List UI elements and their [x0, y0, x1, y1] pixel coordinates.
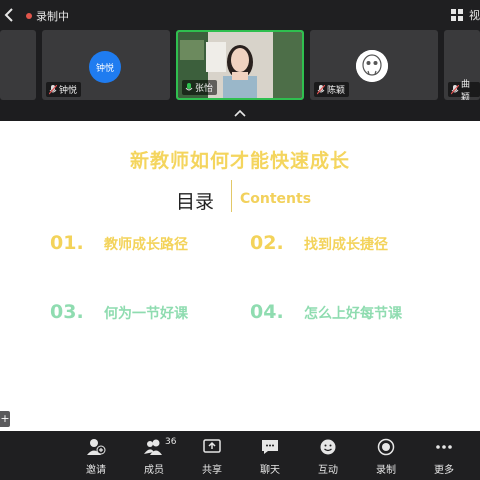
toc-number: 03. — [50, 301, 84, 323]
interact-label: 互动 — [318, 465, 338, 476]
participant-name: 曲颖 — [461, 79, 471, 101]
toc-label: 教师成长路径 — [104, 237, 188, 253]
toc-number: 04. — [250, 301, 284, 323]
toc-label: 何为一节好课 — [104, 306, 188, 322]
microphone-active-icon — [185, 82, 193, 93]
invite-button[interactable]: 邀请 — [76, 438, 116, 476]
chat-label: 聊天 — [260, 465, 280, 476]
back-icon[interactable] — [3, 7, 17, 23]
participant-tile-partial[interactable] — [0, 30, 36, 100]
slide-title: 新教师如何才能快速成长 — [129, 150, 350, 172]
microphone-muted-icon — [49, 84, 57, 95]
participant-tile-3[interactable]: 陈颖 — [310, 30, 438, 100]
chat-bubble-icon — [260, 438, 280, 456]
toc-item-1: 01. 教师成长路径 — [50, 232, 188, 254]
toc-item-3: 03. 何为一节好课 — [50, 301, 188, 323]
participant-tile-4[interactable]: 曲颖 — [444, 30, 480, 100]
interact-button[interactable]: 互动 — [308, 438, 348, 476]
members-button[interactable]: 36 成员 — [134, 437, 176, 476]
shared-slide: 新教师如何才能快速成长 目录 Contents 01. 教师成长路径 02. 找… — [0, 121, 480, 431]
microphone-muted-icon — [451, 84, 459, 95]
participant-name-tag: 张怡 — [182, 80, 218, 95]
more-label: 更多 — [434, 465, 454, 476]
more-dots-icon — [434, 438, 454, 456]
invite-label: 邀请 — [86, 465, 106, 476]
share-screen-icon — [202, 438, 222, 456]
grid-view-icon — [451, 9, 463, 21]
side-expand-button[interactable]: + — [0, 411, 10, 427]
emoji-icon — [318, 438, 338, 456]
slide-heading-en: Contents — [240, 191, 312, 207]
participant-name: 张怡 — [195, 84, 214, 94]
recording-label: 录制中 — [36, 10, 69, 23]
microphone-muted-icon — [317, 84, 325, 95]
slide-heading: 目录 — [176, 191, 215, 213]
record-button[interactable]: 录制 — [366, 438, 406, 476]
participant-name: 陈颖 — [327, 86, 346, 96]
toc-label: 怎么上好每节课 — [304, 306, 402, 322]
share-label: 共享 — [202, 465, 222, 476]
toc-item-4: 04. 怎么上好每节课 — [250, 301, 402, 323]
member-count-badge: 36 — [165, 437, 177, 447]
recording-indicator: 录制中 — [26, 8, 69, 24]
add-person-icon — [86, 438, 106, 456]
more-button[interactable]: 更多 — [424, 438, 464, 476]
participant-name-tag: 钟悦 — [46, 82, 82, 97]
top-bar: 录制中 视 — [0, 0, 480, 30]
participant-name-tag: 陈颖 — [314, 82, 350, 97]
participant-tile-2-video[interactable]: 张怡 — [176, 30, 304, 100]
record-icon — [376, 438, 396, 456]
bottom-toolbar: 邀请 36 成员 共享 聊天 互动 录制 更多 — [0, 431, 480, 480]
members-icon: 36 — [144, 437, 176, 456]
avatar: 钟悦 — [89, 51, 121, 83]
collapse-chevron-up-icon[interactable] — [231, 103, 249, 117]
toc-number: 01. — [50, 232, 84, 254]
robot-avatar-icon — [356, 50, 388, 82]
chat-button[interactable]: 聊天 — [250, 438, 290, 476]
record-label: 录制 — [376, 465, 396, 476]
view-label: 视 — [469, 9, 480, 22]
view-button[interactable]: 视 — [451, 7, 480, 23]
toc-number: 02. — [250, 232, 284, 254]
heading-divider — [231, 180, 232, 212]
toc-item-2: 02. 找到成长捷径 — [250, 232, 388, 254]
members-label: 成员 — [144, 465, 164, 476]
participant-name: 钟悦 — [59, 86, 78, 96]
share-button[interactable]: 共享 — [192, 438, 232, 476]
participant-strip: 钟悦 钟悦 张怡 陈颖 曲颖 — [0, 30, 480, 102]
toc-label: 找到成长捷径 — [304, 237, 388, 253]
recording-dot-icon — [26, 13, 32, 19]
participant-tile-1[interactable]: 钟悦 钟悦 — [42, 30, 170, 100]
participant-name-tag: 曲颖 — [448, 80, 480, 100]
